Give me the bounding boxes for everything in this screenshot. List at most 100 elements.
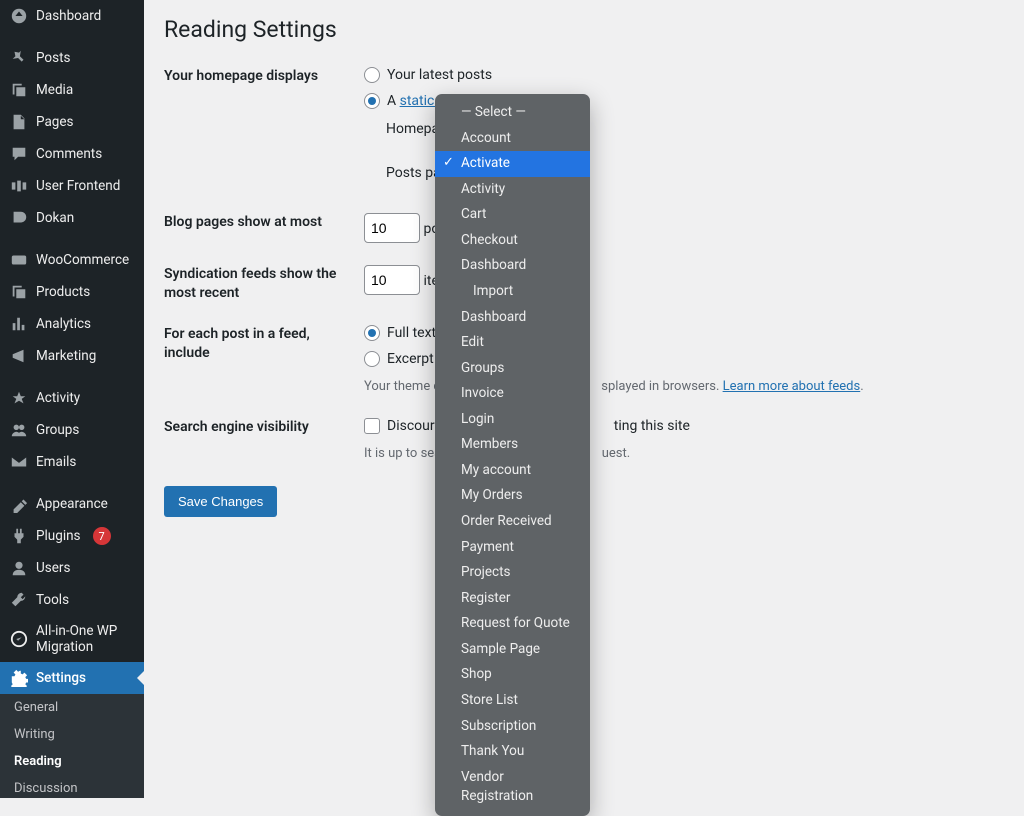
sidebar-item-label: Settings — [36, 670, 86, 686]
sidebar-item-label: User Frontend — [36, 178, 120, 194]
pin-icon — [10, 49, 28, 67]
migrate-icon — [10, 630, 28, 648]
groups-icon — [10, 421, 28, 439]
dropdown-option[interactable]: Register — [435, 586, 590, 612]
dropdown-option[interactable]: Import — [435, 279, 590, 305]
activity-icon — [10, 389, 28, 407]
dropdown-option[interactable]: Thank You — [435, 739, 590, 765]
save-changes-button[interactable]: Save Changes — [164, 486, 277, 517]
sidebar-item-activity[interactable]: Activity — [0, 382, 144, 414]
dropdown-option[interactable]: Cart — [435, 202, 590, 228]
feed-desc-a: Your theme d — [364, 379, 441, 394]
submenu-item-writing[interactable]: Writing — [0, 721, 144, 748]
dropdown-option[interactable]: Order Received — [435, 509, 590, 535]
sidebar-item-label: Emails — [36, 454, 76, 470]
dashboard-icon — [10, 7, 28, 25]
sidebar-item-users[interactable]: Users — [0, 552, 144, 584]
discourage-checkbox[interactable] — [364, 418, 380, 434]
sidebar-item-label: Analytics — [36, 316, 91, 332]
marketing-icon — [10, 347, 28, 365]
sidebar-item-woocommerce[interactable]: WooCommerce — [0, 244, 144, 276]
sidebar-item-appearance[interactable]: Appearance — [0, 488, 144, 520]
dropdown-option[interactable]: Dashboard — [435, 305, 590, 331]
dropdown-option[interactable]: Subscription — [435, 714, 590, 740]
sidebar-item-marketing[interactable]: Marketing — [0, 340, 144, 372]
dropdown-option[interactable]: Sample Page — [435, 637, 590, 663]
blog-pages-input[interactable] — [364, 213, 420, 243]
dropdown-option[interactable]: Activity — [435, 177, 590, 203]
dropdown-option[interactable]: Members — [435, 432, 590, 458]
products-icon — [10, 283, 28, 301]
woo-icon — [10, 251, 28, 269]
sidebar-item-label: Activity — [36, 390, 80, 406]
userfront-icon — [10, 177, 28, 195]
sidebar-item-all-in-one-wp-migration[interactable]: All-in-One WP Migration — [0, 616, 144, 662]
radio-label: Your latest posts — [387, 67, 492, 83]
sidebar-item-label: Pages — [36, 114, 74, 130]
dropdown-option[interactable]: Account — [435, 126, 590, 152]
admin-sidebar: Dashboard Posts Media Pages Comments User Fro… — [0, 0, 144, 798]
sidebar-item-user-frontend[interactable]: User Frontend — [0, 170, 144, 202]
blog-pages-label: Blog pages show at most — [164, 213, 364, 243]
dropdown-option[interactable]: Shop — [435, 662, 590, 688]
dropdown-option[interactable]: Login — [435, 407, 590, 433]
sidebar-item-settings[interactable]: Settings — [0, 662, 144, 694]
media-icon — [10, 81, 28, 99]
sidebar-item-label: Comments — [36, 146, 102, 162]
sidebar-item-media[interactable]: Media — [0, 74, 144, 106]
sidebar-item-label: Marketing — [36, 348, 96, 364]
sidebar-item-label: Appearance — [36, 496, 108, 512]
comment-icon — [10, 145, 28, 163]
analytics-icon — [10, 315, 28, 333]
dropdown-option[interactable]: Checkout — [435, 228, 590, 254]
radio-label: Full text — [387, 325, 436, 341]
dropdown-option[interactable]: Request for Quote — [435, 611, 590, 637]
sidebar-item-emails[interactable]: Emails — [0, 446, 144, 478]
homepage-displays-label: Your homepage displays — [164, 67, 364, 191]
sidebar-item-groups[interactable]: Groups — [0, 414, 144, 446]
page-select-dropdown[interactable]: — Select —AccountActivateActivityCartChe… — [435, 94, 590, 816]
learn-more-feeds-link[interactable]: Learn more about feeds — [723, 379, 861, 394]
dropdown-option[interactable]: Invoice — [435, 381, 590, 407]
appearance-icon — [10, 495, 28, 513]
sidebar-item-label: Media — [36, 82, 73, 98]
search-desc-b: uest. — [602, 446, 630, 461]
dropdown-option[interactable]: Store List — [435, 688, 590, 714]
sidebar-item-dashboard[interactable]: Dashboard — [0, 0, 144, 32]
sidebar-item-label: Dashboard — [36, 8, 101, 24]
dropdown-option[interactable]: My Orders — [435, 483, 590, 509]
dropdown-option[interactable]: — Select — — [435, 100, 590, 126]
sidebar-item-pages[interactable]: Pages — [0, 106, 144, 138]
dropdown-option[interactable]: Projects — [435, 560, 590, 586]
dropdown-option[interactable]: Groups — [435, 356, 590, 382]
syndication-label: Syndication feeds show the most recent — [164, 265, 364, 303]
dropdown-option[interactable]: Activate — [435, 151, 590, 177]
sidebar-item-plugins[interactable]: Plugins7 — [0, 520, 144, 552]
sidebar-item-comments[interactable]: Comments — [0, 138, 144, 170]
static-prefix: A — [387, 93, 400, 109]
dropdown-option[interactable]: Payment — [435, 535, 590, 561]
submenu-item-reading[interactable]: Reading — [0, 748, 144, 775]
submenu-item-discussion[interactable]: Discussion — [0, 775, 144, 798]
dropdown-option[interactable]: Dashboard — [435, 253, 590, 279]
submenu-item-general[interactable]: General — [0, 694, 144, 721]
search-desc-a: It is up to sea — [364, 446, 441, 461]
sidebar-item-analytics[interactable]: Analytics — [0, 308, 144, 340]
syndication-input[interactable] — [364, 265, 420, 295]
dropdown-option[interactable]: My account — [435, 458, 590, 484]
dropdown-option[interactable]: Edit — [435, 330, 590, 356]
sidebar-item-dokan[interactable]: Dokan — [0, 202, 144, 234]
sidebar-item-products[interactable]: Products — [0, 276, 144, 308]
sidebar-item-label: Tools — [36, 592, 69, 608]
dropdown-option[interactable]: Vendor Registration — [435, 765, 590, 810]
sidebar-item-tools[interactable]: Tools — [0, 584, 144, 616]
sidebar-item-posts[interactable]: Posts — [0, 42, 144, 74]
users-icon — [10, 559, 28, 577]
search-visibility-label: Search engine visibility — [164, 418, 364, 464]
radio-latest-posts[interactable]: Your latest posts — [364, 67, 1004, 83]
sidebar-item-label: Products — [36, 284, 90, 300]
feed-include-label: For each post in a feed, include — [164, 325, 364, 397]
sidebar-item-label: Groups — [36, 422, 79, 438]
radio-icon — [364, 67, 380, 83]
sidebar-item-label: Users — [36, 560, 70, 576]
